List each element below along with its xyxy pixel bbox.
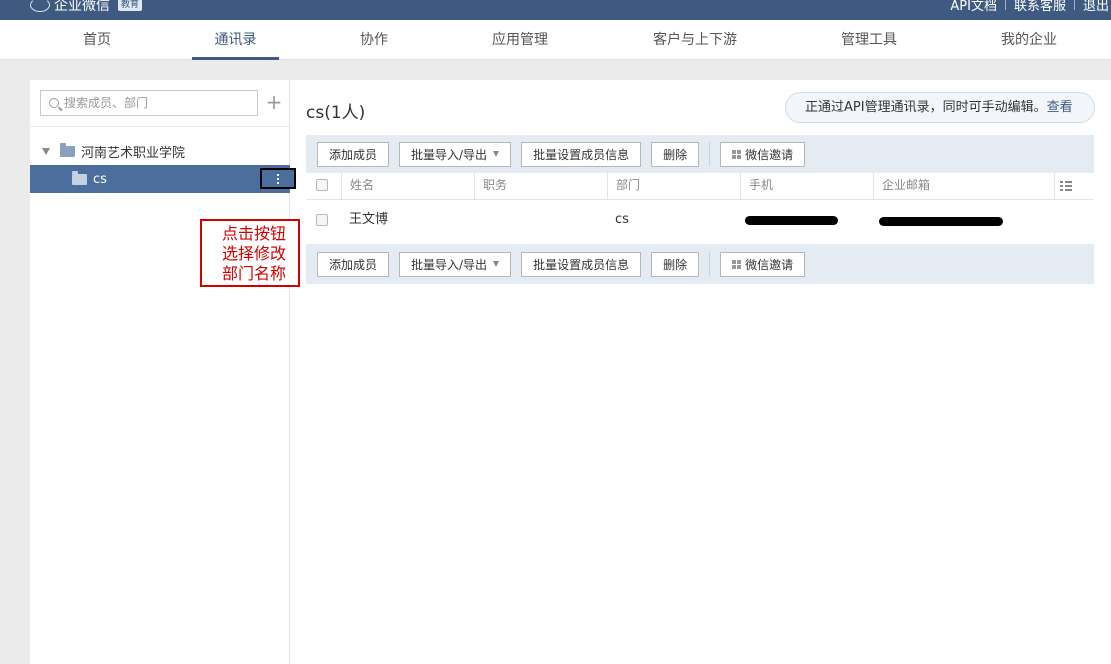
annotation-line: 部门名称 xyxy=(222,264,287,283)
contacts-panel: + 河南艺术职业学院 cs 点击按钮 选择修改 部门名称 cs(1人) 正通过A… xyxy=(30,80,1111,664)
delete-button[interactable]: 删除 xyxy=(651,141,700,167)
row-checkbox[interactable] xyxy=(316,214,328,226)
api-notice-banner: 正通过API管理通讯录，同时可手动编辑。查看 xyxy=(785,92,1095,123)
dot xyxy=(277,181,279,184)
search-icon xyxy=(49,98,59,108)
dept-tree-root[interactable]: 河南艺术职业学院 xyxy=(42,140,185,162)
batch-set-info-button[interactable]: 批量设置成员信息 xyxy=(521,141,642,167)
import-export-button[interactable]: 批量导入/导出 xyxy=(399,141,512,167)
wechat-invite-label: 微信邀请 xyxy=(745,147,794,162)
header-links: API文档 联系客服 退出 xyxy=(942,0,1111,14)
batch-set-info-button[interactable]: 批量设置成员信息 xyxy=(521,251,642,277)
col-header-email[interactable]: 企业邮箱 xyxy=(873,172,1053,199)
instruction-annotation: 点击按钮 选择修改 部门名称 xyxy=(200,219,300,287)
dept-root-label: 河南艺术职业学院 xyxy=(81,145,186,161)
department-sidebar: + 河南艺术职业学院 cs 点击按钮 选择修改 部门名称 xyxy=(30,80,300,664)
nav-contacts[interactable]: 通讯录 xyxy=(192,20,279,60)
cell-phone-redacted xyxy=(745,216,838,225)
col-header-phone[interactable]: 手机 xyxy=(740,172,873,199)
wechat-invite-button[interactable]: 微信邀请 xyxy=(720,251,806,277)
top-header: 企业微信 教育 API文档 联系客服 退出 xyxy=(0,0,1111,20)
qr-code-icon xyxy=(732,149,742,159)
nav-collaboration[interactable]: 协作 xyxy=(344,20,404,60)
cell-name: 王文博 xyxy=(349,212,389,227)
member-toolbar-bottom: 添加成员 批量导入/导出 批量设置成员信息 删除 微信邀请 xyxy=(306,244,1094,284)
brand-name: 企业微信 xyxy=(54,0,110,14)
caret-down-icon[interactable] xyxy=(42,147,50,155)
add-member-button[interactable]: 添加成员 xyxy=(317,141,390,167)
member-toolbar-top: 添加成员 批量导入/导出 批量设置成员信息 删除 微信邀请 xyxy=(306,135,1094,173)
api-notice-text: 正通过API管理通讯录，同时可手动编辑。 xyxy=(805,100,1047,115)
column-settings-icon[interactable] xyxy=(1060,181,1072,191)
search-input[interactable] xyxy=(64,96,244,110)
cell-dept: cs xyxy=(615,212,629,227)
add-member-button[interactable]: 添加成员 xyxy=(317,251,390,277)
import-export-button[interactable]: 批量导入/导出 xyxy=(399,251,512,277)
divider xyxy=(709,252,711,276)
col-header-title[interactable]: 职务 xyxy=(474,172,608,199)
divider xyxy=(709,142,711,166)
import-export-label: 批量导入/导出 xyxy=(411,147,488,162)
folder-icon xyxy=(72,170,87,185)
import-export-label: 批量导入/导出 xyxy=(411,257,488,272)
col-header-name[interactable]: 姓名 xyxy=(341,172,475,199)
member-table-header: 姓名 职务 部门 手机 企业邮箱 xyxy=(306,172,1094,200)
annotation-line: 选择修改 xyxy=(222,244,287,263)
api-notice-view-link[interactable]: 查看 xyxy=(1047,100,1073,115)
member-list-area: cs(1人) 正通过API管理通讯录，同时可手动编辑。查看 添加成员 批量导入/… xyxy=(291,80,1111,664)
cell-email-redacted xyxy=(879,217,1003,226)
annotation-line: 点击按钮 xyxy=(222,224,287,243)
nav-my-enterprise[interactable]: 我的企业 xyxy=(990,20,1068,60)
page-title: cs(1人) xyxy=(306,103,366,123)
dropdown-arrow-icon xyxy=(493,151,500,157)
wecom-logo-icon xyxy=(30,0,50,12)
dot xyxy=(277,173,279,176)
brand-logo[interactable]: 企业微信 教育 xyxy=(30,0,143,15)
qr-code-icon xyxy=(732,259,742,269)
delete-button[interactable]: 删除 xyxy=(651,251,700,277)
api-docs-link[interactable]: API文档 xyxy=(942,0,1005,14)
wechat-invite-button[interactable]: 微信邀请 xyxy=(720,141,806,167)
table-row[interactable]: 王文博 cs xyxy=(306,201,1094,241)
nav-app-management[interactable]: 应用管理 xyxy=(480,20,560,60)
col-header-dept[interactable]: 部门 xyxy=(607,172,740,199)
contact-support-link[interactable]: 联系客服 xyxy=(1006,0,1074,14)
dept-item-label: cs xyxy=(93,171,107,187)
nav-home[interactable]: 首页 xyxy=(66,20,128,60)
brand-badge: 教育 xyxy=(118,0,143,11)
folder-icon xyxy=(60,142,75,157)
nav-admin-tools[interactable]: 管理工具 xyxy=(830,20,908,60)
select-all-checkbox[interactable] xyxy=(316,179,328,191)
dept-tree-item-cs[interactable]: cs xyxy=(30,165,296,193)
nav-customers[interactable]: 客户与上下游 xyxy=(643,20,747,60)
main-nav: 首页 通讯录 协作 应用管理 客户与上下游 管理工具 我的企业 xyxy=(0,20,1111,60)
wechat-invite-label: 微信邀请 xyxy=(745,257,794,272)
dropdown-arrow-icon xyxy=(493,261,500,267)
add-department-button[interactable]: + xyxy=(263,90,285,116)
dot xyxy=(277,177,279,180)
divider xyxy=(30,126,289,127)
logout-link[interactable]: 退出 xyxy=(1075,0,1111,14)
search-box[interactable] xyxy=(40,90,258,116)
